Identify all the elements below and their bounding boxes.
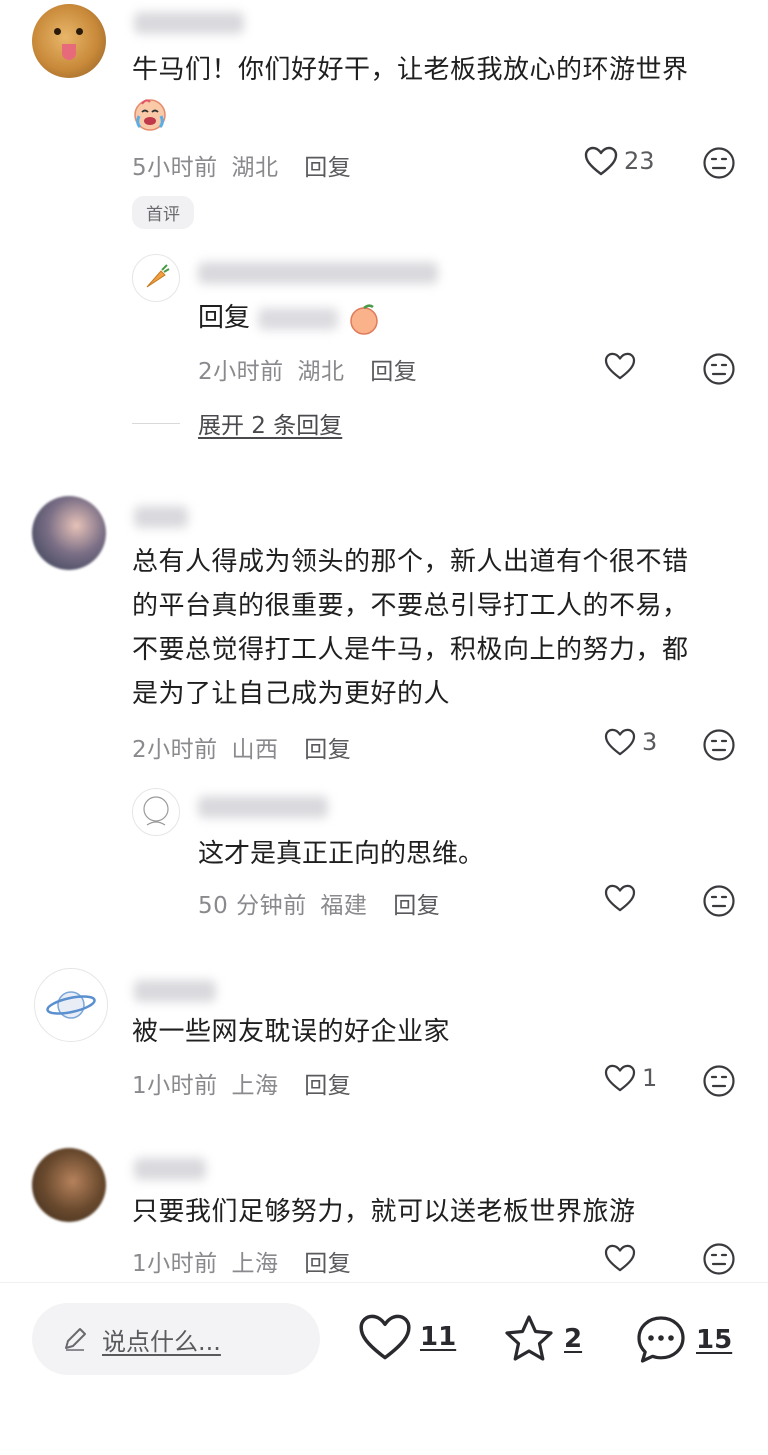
expand-replies-button[interactable]: 展开 2 条回复 <box>132 406 342 440</box>
favorite-post-button[interactable]: 2 <box>502 1313 582 1365</box>
post-star-count: 2 <box>564 1324 583 1354</box>
comment-text: 只要我们足够努力，就可以送老板世界旅游 <box>132 1197 636 1227</box>
comment-meta: 5小时前 湖北 回复 <box>132 148 351 182</box>
reply-text: 回复 <box>198 296 381 340</box>
heart-outline-icon <box>604 1064 636 1092</box>
reply-button[interactable]: 回复 <box>370 359 417 385</box>
chat-bubble-icon <box>637 1316 685 1363</box>
like-count: 23 <box>624 147 655 175</box>
post-like-count: 11 <box>420 1322 457 1352</box>
comment-text-line: 是为了让自己成为更好的人 <box>132 679 451 709</box>
commenter-name-blurred[interactable] <box>134 1158 206 1180</box>
pencil-icon <box>65 1328 86 1351</box>
reply-avatar[interactable] <box>132 254 180 302</box>
like-button[interactable] <box>604 1244 636 1272</box>
reply-meta: 50 分钟前 福建 回复 <box>198 886 440 920</box>
comment-input[interactable]: 说点什么... <box>32 1303 320 1375</box>
comment-text: 总有人得成为领头的那个，新人出道有个很不错 的平台真的很重要，不要总引导打工人的… <box>132 540 689 716</box>
comment-time: 1小时前 <box>132 1251 218 1277</box>
commenter-avatar[interactable] <box>34 968 108 1042</box>
reply-name-blurred[interactable] <box>198 262 438 284</box>
reply-name-blurred[interactable] <box>198 796 328 818</box>
commenter-avatar[interactable] <box>32 4 106 78</box>
reply-location: 湖北 <box>297 359 345 385</box>
comment-text: 被一些网友耽误的好企业家 <box>132 1017 451 1047</box>
heart-outline-icon <box>584 146 618 176</box>
post-comment-count: 15 <box>696 1325 733 1355</box>
comment-input-placeholder[interactable]: 说点什么... <box>102 1322 221 1357</box>
neutral-face-icon <box>703 1065 735 1097</box>
like-post-button[interactable]: 11 <box>358 1313 456 1361</box>
reply-button[interactable]: 回复 <box>304 737 351 763</box>
commenter-name-blurred[interactable] <box>134 506 188 528</box>
like-count: 3 <box>642 728 658 756</box>
crying-laughing-sticker-icon <box>132 96 168 136</box>
dislike-button[interactable] <box>702 146 736 180</box>
dislike-button[interactable] <box>702 1064 736 1098</box>
heart-outline-icon <box>604 884 636 912</box>
comment-location: 上海 <box>231 1251 279 1277</box>
reply-text: 这才是真正正向的思维。 <box>198 839 485 869</box>
bottom-action-bar: 说点什么... 11 2 15 <box>0 1282 768 1455</box>
comment-location: 山西 <box>231 737 279 763</box>
comment-time: 5小时前 <box>132 155 218 181</box>
reply-time: 2小时前 <box>198 359 284 385</box>
like-button[interactable] <box>604 884 636 912</box>
reply-avatar[interactable] <box>132 788 180 836</box>
commenter-avatar[interactable] <box>32 496 106 570</box>
comment-text-line: 总有人得成为领头的那个，新人出道有个很不错 <box>132 547 689 577</box>
like-count: 1 <box>642 1064 658 1092</box>
comment-time: 2小时前 <box>132 737 218 763</box>
reply-prefix: 回复 <box>198 303 251 333</box>
heart-outline-icon <box>359 1314 411 1360</box>
heart-outline-icon <box>604 352 636 380</box>
reply-button[interactable]: 回复 <box>393 893 440 919</box>
like-button[interactable] <box>604 352 636 380</box>
reply-time: 50 分钟前 <box>198 893 307 919</box>
neutral-face-icon <box>703 353 735 385</box>
comment-text-line: 的平台真的很重要，不要总引导打工人的不易， <box>132 591 689 621</box>
reply-meta: 2小时前 湖北 回复 <box>198 352 417 386</box>
mentioned-name-blurred <box>258 307 339 330</box>
dislike-button[interactable] <box>702 728 736 762</box>
carrot-icon <box>146 264 170 288</box>
comment-meta: 2小时前 山西 回复 <box>132 730 351 764</box>
planet-icon <box>46 991 96 1019</box>
neutral-face-icon <box>703 729 735 761</box>
comment-post-button[interactable]: 15 <box>634 1313 732 1367</box>
commenter-name-blurred[interactable] <box>134 980 216 1002</box>
like-button[interactable]: 1 <box>604 1064 657 1092</box>
commenter-name-blurred[interactable] <box>134 12 244 34</box>
reply-location: 福建 <box>320 893 368 919</box>
commenter-avatar[interactable] <box>32 1148 106 1222</box>
first-comment-badge: 首评 <box>132 196 194 229</box>
comment-meta: 1小时前 上海 回复 <box>132 1066 351 1100</box>
dislike-button[interactable] <box>702 1242 736 1276</box>
comment-location: 上海 <box>231 1073 279 1099</box>
dislike-button[interactable] <box>702 352 736 386</box>
comment-text: 牛马们！你们好好干，让老板我放心的环游世界 <box>132 55 689 85</box>
divider <box>132 422 180 424</box>
cartoon-face-icon <box>143 796 169 826</box>
comment-text-line: 不要总觉得打工人是牛马，积极向上的努力，都 <box>132 635 689 665</box>
expand-replies-label[interactable]: 展开 2 条回复 <box>198 406 342 440</box>
reply-button[interactable]: 回复 <box>304 155 351 181</box>
neutral-face-icon <box>703 885 735 917</box>
neutral-face-icon <box>703 147 735 179</box>
heart-outline-icon <box>604 728 636 756</box>
heart-outline-icon <box>604 1244 636 1272</box>
comment-location: 湖北 <box>231 155 279 181</box>
reply-button[interactable]: 回复 <box>304 1251 351 1277</box>
dislike-button[interactable] <box>702 884 736 918</box>
like-button[interactable]: 3 <box>604 728 657 756</box>
star-outline-icon <box>505 1315 553 1361</box>
comment-meta: 1小时前 上海 回复 <box>132 1244 351 1278</box>
comment-time: 1小时前 <box>132 1073 218 1099</box>
like-button[interactable]: 23 <box>584 146 655 176</box>
reply-button[interactable]: 回复 <box>304 1073 351 1099</box>
neutral-face-icon <box>703 1243 735 1275</box>
peach-sticker-icon <box>349 303 378 335</box>
